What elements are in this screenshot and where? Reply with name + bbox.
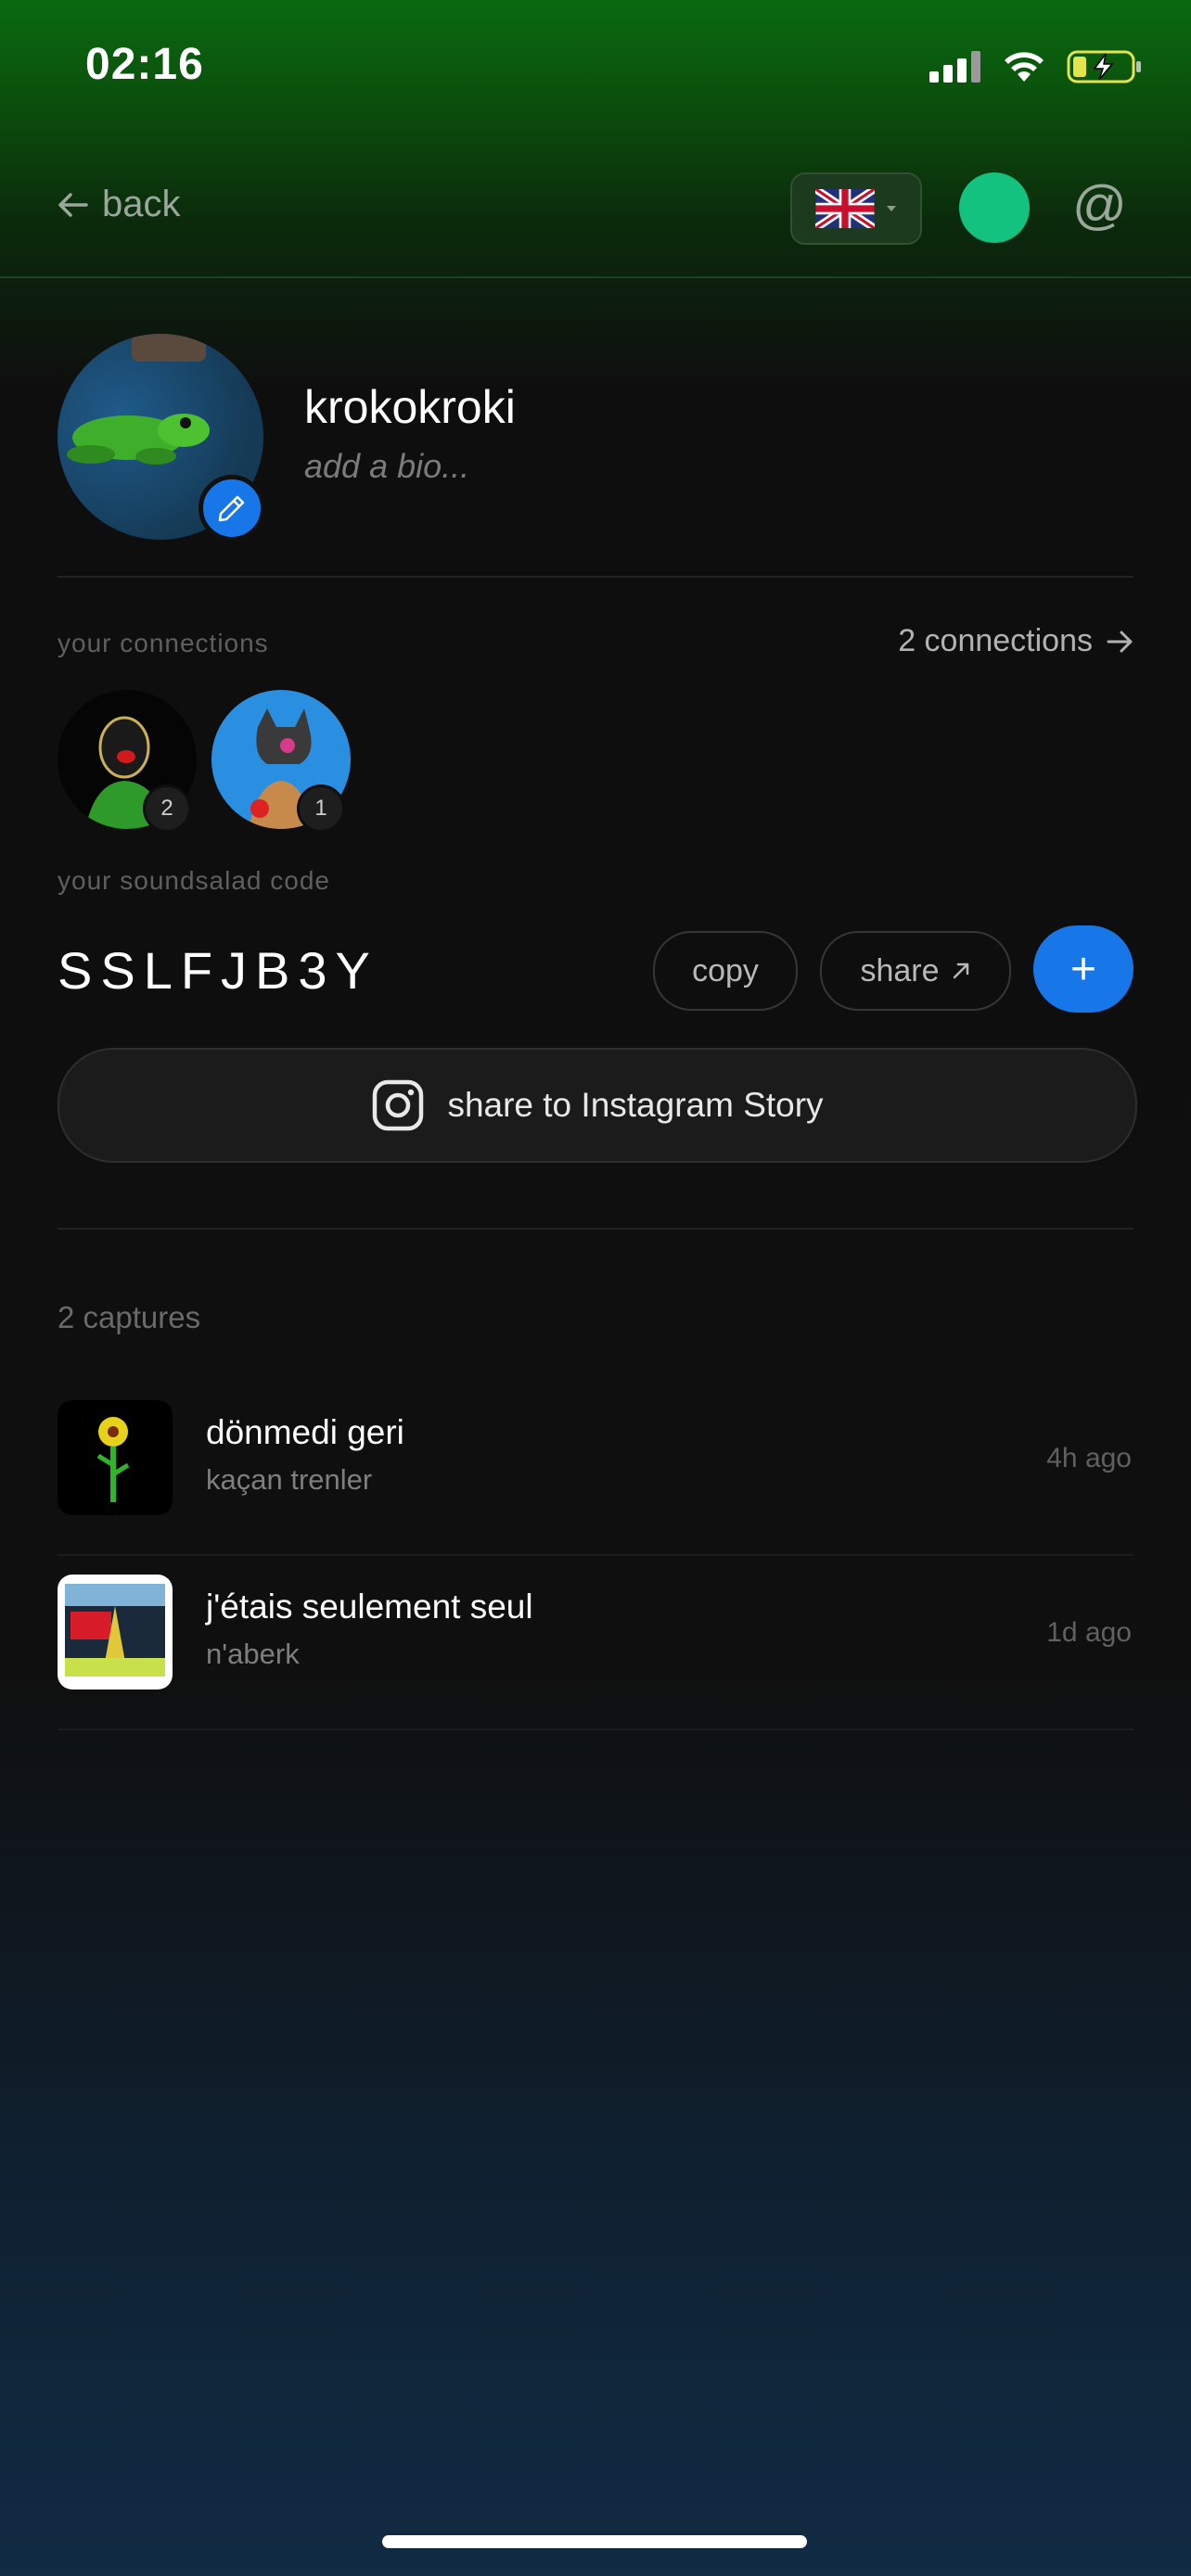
frog-illustration [67,414,210,465]
arrow-up-right-icon [953,963,968,979]
at-sign-icon[interactable]: @ [1072,174,1127,236]
profile-header: krokokroki add a bio... [58,334,1133,575]
arrow-right-icon [1107,631,1133,652]
copy-button[interactable]: copy [653,931,798,1011]
back-button[interactable]: back [58,184,181,225]
copy-label: copy [692,952,759,988]
caret-down-icon [887,206,896,211]
arrow-left-icon [58,192,88,217]
capture-time: 4h ago [1046,1443,1132,1473]
bio-input[interactable]: add a bio... [304,447,469,486]
connection-count-badge: 2 [143,784,191,833]
connections-link-label: 2 connections [898,623,1093,658]
back-label: back [102,184,181,224]
album-cover [58,1400,173,1515]
uk-flag-icon [815,189,875,228]
status-icons [929,48,1143,85]
soundsalad-code: SSLFJB3Y [58,941,378,1000]
code-label: your soundsalad code [58,866,330,895]
capture-artist: kaçan trenler [206,1463,373,1496]
status-bar: 02:16 [0,0,1191,139]
battery-charging-icon [1067,50,1141,83]
connection-count-badge: 1 [297,784,345,833]
capture-title: dönmedi geri [206,1413,404,1451]
divider [58,576,1133,578]
signal-icon [929,51,980,83]
top-nav: back @ [0,139,1191,278]
album-art [65,1584,165,1677]
album-art [96,1417,130,1502]
home-indicator [382,2535,807,2548]
online-status-indicator[interactable] [959,172,1030,243]
wifi-icon [1005,52,1044,82]
instagram-label: share to Instagram Story [447,1086,824,1124]
username: krokokroki [304,381,516,433]
share-instagram-story-button[interactable]: share to Instagram Story [58,1048,1137,1163]
add-button[interactable]: + [1033,925,1133,1013]
edit-avatar-button[interactable] [198,475,265,542]
divider [58,1228,1133,1230]
album-cover [58,1575,173,1690]
capture-artist: n'aberk [206,1638,300,1670]
capture-item[interactable]: j'étais seulement seul n'aberk 1d ago [58,1556,1133,1730]
capture-title: j'étais seulement seul [206,1588,533,1626]
capture-time: 1d ago [1046,1617,1132,1648]
connections-link[interactable]: 2 connections [898,623,1133,659]
captures-count-label: 2 captures [58,1300,201,1334]
instagram-icon [373,1079,424,1131]
avatar-background-detail [132,334,206,362]
share-label: share [860,952,940,988]
capture-item[interactable]: dönmedi geri kaçan trenler 4h ago [58,1382,1133,1556]
language-selector[interactable] [790,172,922,245]
connections-label: your connections [58,629,269,657]
share-button[interactable]: share [820,931,1011,1011]
clock: 02:16 [85,40,204,89]
pencil-icon [218,495,245,522]
